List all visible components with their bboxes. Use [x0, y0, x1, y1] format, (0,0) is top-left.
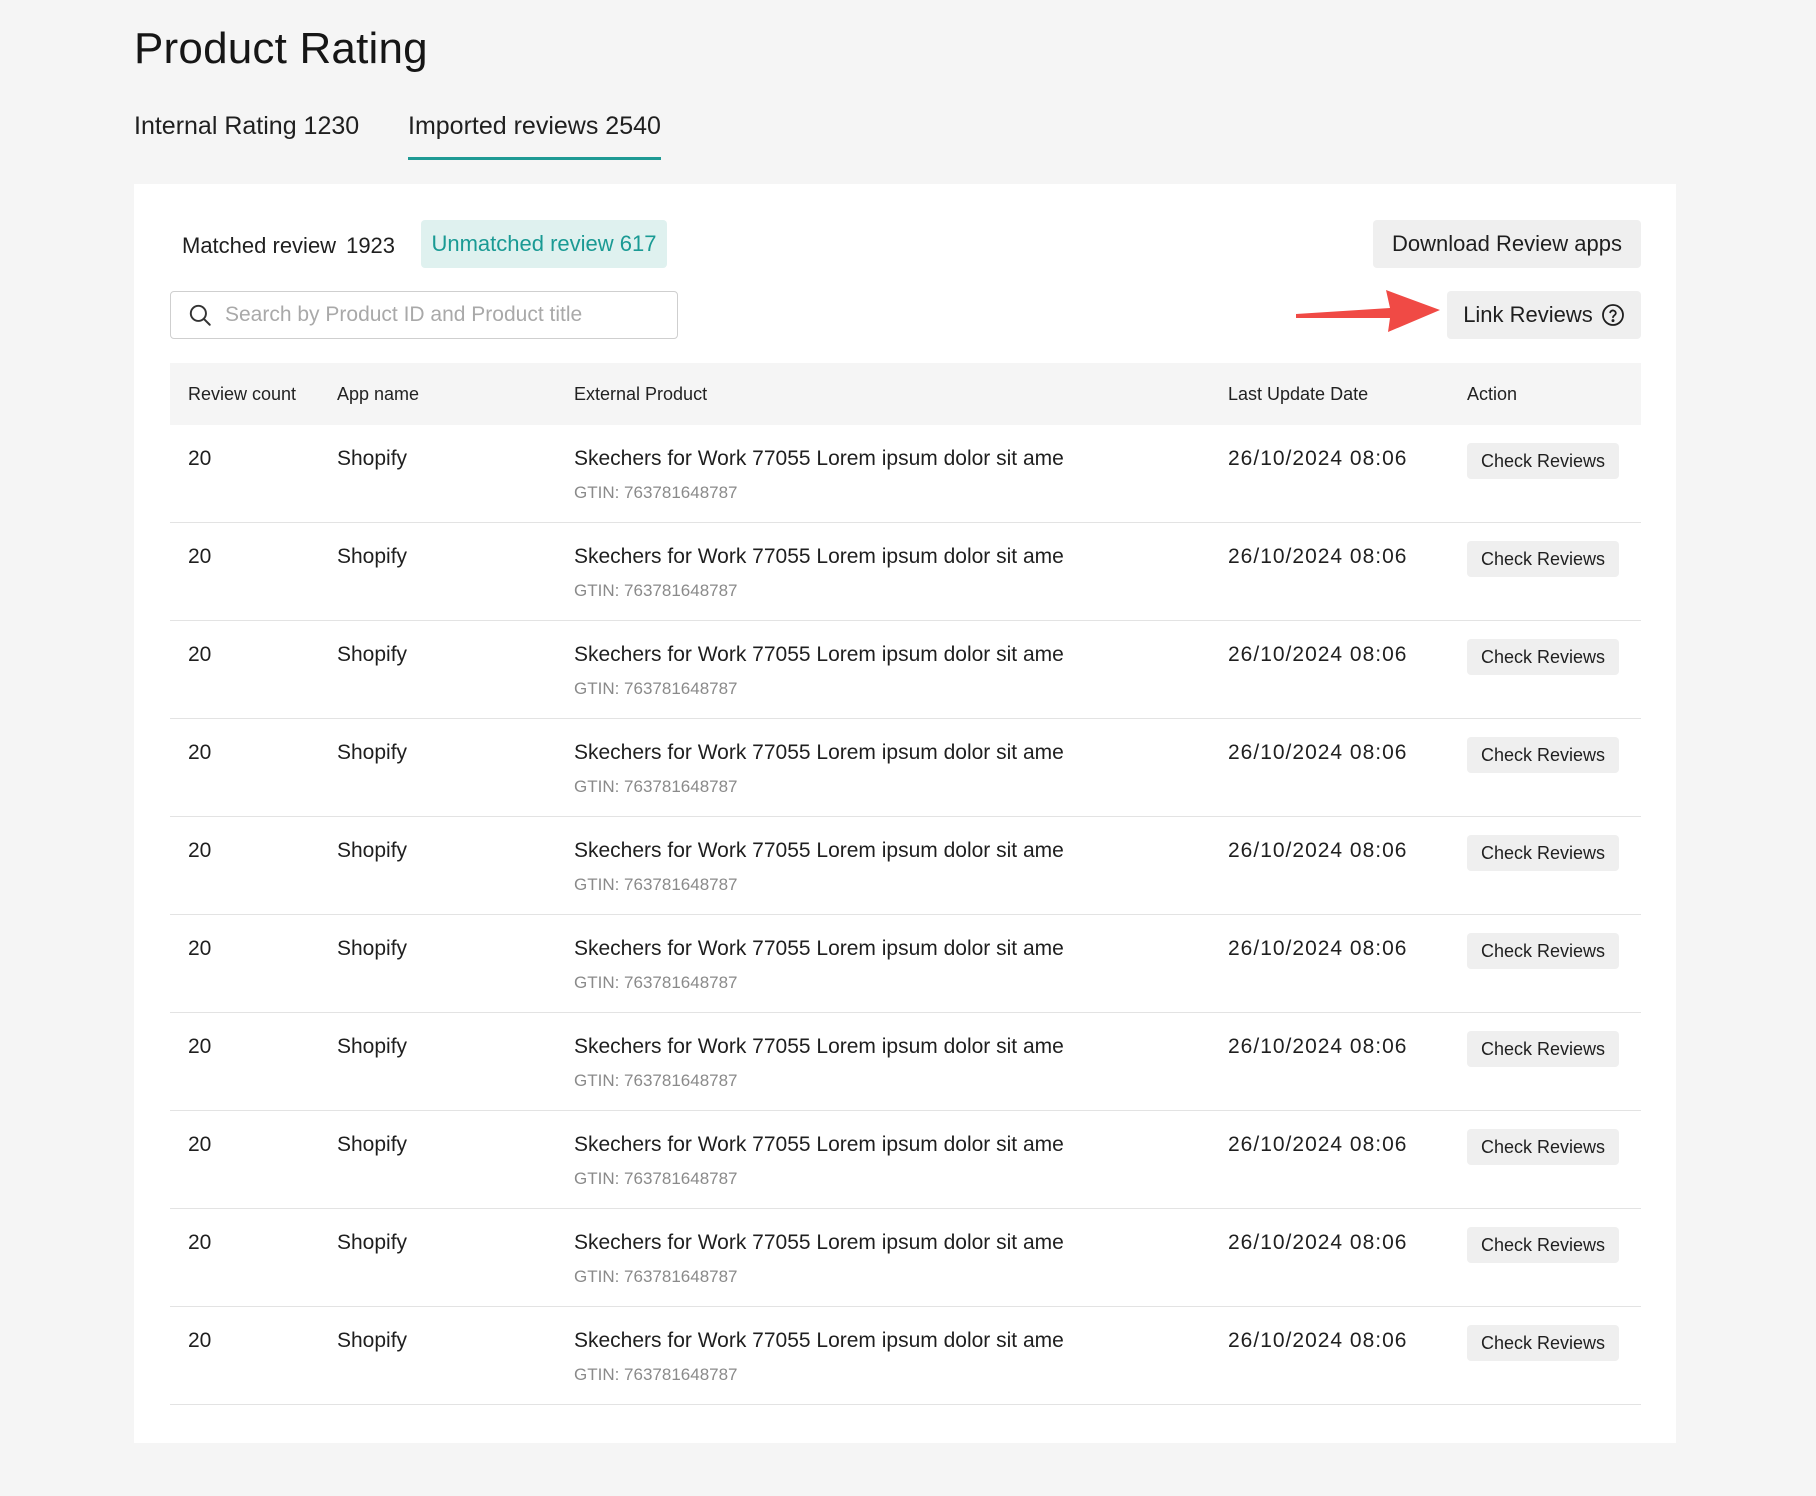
product-gtin: GTIN: 763781648787 — [574, 777, 738, 796]
header-last-update-date: Last Update Date — [1228, 384, 1369, 404]
page: Product Rating Internal Rating 1230 Impo… — [0, 0, 1816, 1496]
app-name: Shopify — [337, 937, 408, 960]
external-product-title: Skechers for Work 77055 Lorem ipsum dolo… — [574, 447, 1064, 470]
table-row: 20 Shopify Skechers for Work 77055 Lorem i… — [170, 425, 1641, 523]
search-icon — [189, 304, 211, 326]
check-reviews-button[interactable]: Check Reviews — [1467, 737, 1619, 773]
table-row: 20 Shopify Skechers for Work 77055 Lorem i… — [170, 1111, 1641, 1209]
table-row: 20 Shopify Skechers for Work 77055 Lorem i… — [170, 1013, 1641, 1111]
app-name: Shopify — [337, 545, 408, 568]
last-update-date: 26/10/2024 08:06 — [1228, 545, 1408, 568]
red-arrow-icon — [1296, 290, 1440, 332]
matched-review-count: 1923 — [346, 233, 396, 258]
header-external-product: External Product — [574, 384, 708, 404]
external-product-title: Skechers for Work 77055 Lorem ipsum dolo… — [574, 643, 1064, 666]
app-name: Shopify — [337, 741, 408, 764]
last-update-date: 26/10/2024 08:06 — [1228, 1329, 1408, 1352]
search-field[interactable] — [170, 291, 678, 339]
external-product-title: Skechers for Work 77055 Lorem ipsum dolo… — [574, 741, 1064, 764]
matched-review-filter[interactable]: Matched review 1923 — [182, 233, 395, 259]
check-reviews-button[interactable]: Check Reviews — [1467, 933, 1619, 969]
check-reviews-button[interactable]: Check Reviews — [1467, 639, 1619, 675]
last-update-date: 26/10/2024 08:06 — [1228, 447, 1408, 470]
review-count: 20 — [188, 545, 212, 568]
help-circle-icon[interactable] — [1601, 303, 1625, 327]
table-row: 20 Shopify Skechers for Work 77055 Lorem i… — [170, 1307, 1641, 1405]
table-header: Review count App name External Product L… — [170, 363, 1641, 425]
last-update-date: 26/10/2024 08:06 — [1228, 1035, 1408, 1058]
table-row: 20 Shopify Skechers for Work 77055 Lorem i… — [170, 523, 1641, 621]
app-name: Shopify — [337, 1231, 408, 1254]
external-product-title: Skechers for Work 77055 Lorem ipsum dolo… — [574, 545, 1064, 568]
product-gtin: GTIN: 763781648787 — [574, 875, 738, 894]
header-review-count: Review count — [188, 384, 297, 404]
table-row: 20 Shopify Skechers for Work 77055 Lorem i… — [170, 1209, 1641, 1307]
tab-internal-rating[interactable]: Internal Rating 1230 — [134, 112, 359, 160]
product-gtin: GTIN: 763781648787 — [574, 973, 738, 992]
product-gtin: GTIN: 763781648787 — [574, 1365, 738, 1384]
review-count: 20 — [188, 1329, 212, 1352]
last-update-date: 26/10/2024 08:06 — [1228, 643, 1408, 666]
check-reviews-button[interactable]: Check Reviews — [1467, 1325, 1619, 1361]
link-reviews-label: Link Reviews — [1463, 302, 1593, 327]
header-app-name: App name — [337, 384, 420, 404]
review-count: 20 — [188, 839, 212, 862]
unmatched-review-filter[interactable]: Unmatched review 617 — [421, 220, 667, 268]
tab-imported-reviews[interactable]: Imported reviews 2540 — [408, 112, 661, 160]
reviews-panel: Matched review 1923 Unmatched review 617 … — [134, 184, 1676, 1443]
link-reviews-button[interactable]: Link Reviews — [1447, 291, 1641, 339]
external-product-title: Skechers for Work 77055 Lorem ipsum dolo… — [574, 1035, 1064, 1058]
last-update-date: 26/10/2024 08:06 — [1228, 1133, 1408, 1156]
header-action: Action — [1467, 384, 1518, 404]
review-count: 20 — [188, 937, 212, 960]
external-product-title: Skechers for Work 77055 Lorem ipsum dolo… — [574, 839, 1064, 862]
last-update-date: 26/10/2024 08:06 — [1228, 839, 1408, 862]
check-reviews-button[interactable]: Check Reviews — [1467, 835, 1619, 871]
review-count: 20 — [188, 1133, 212, 1156]
check-reviews-button[interactable]: Check Reviews — [1467, 443, 1619, 479]
external-product-title: Skechers for Work 77055 Lorem ipsum dolo… — [574, 937, 1064, 960]
app-name: Shopify — [337, 1035, 408, 1058]
app-name: Shopify — [337, 447, 408, 470]
product-gtin: GTIN: 763781648787 — [574, 483, 738, 502]
product-gtin: GTIN: 763781648787 — [574, 1169, 738, 1188]
table-body: 20 Shopify Skechers for Work 77055 Lorem i… — [170, 425, 1641, 1405]
check-reviews-button[interactable]: Check Reviews — [1467, 1031, 1619, 1067]
matched-review-label: Matched review — [182, 233, 337, 258]
app-name: Shopify — [337, 1329, 408, 1352]
table-row: 20 Shopify Skechers for Work 77055 Lorem i… — [170, 719, 1641, 817]
table-row: 20 Shopify Skechers for Work 77055 Lorem i… — [170, 915, 1641, 1013]
review-count: 20 — [188, 741, 212, 764]
product-gtin: GTIN: 763781648787 — [574, 1071, 738, 1090]
product-gtin: GTIN: 763781648787 — [574, 679, 738, 698]
review-count: 20 — [188, 447, 212, 470]
app-name: Shopify — [337, 839, 408, 862]
app-name: Shopify — [337, 643, 408, 666]
table-row: 20 Shopify Skechers for Work 77055 Lorem i… — [170, 817, 1641, 915]
review-count: 20 — [188, 643, 212, 666]
table-row: 20 Shopify Skechers for Work 77055 Lorem i… — [170, 621, 1641, 719]
check-reviews-button[interactable]: Check Reviews — [1467, 1227, 1619, 1263]
check-reviews-button[interactable]: Check Reviews — [1467, 1129, 1619, 1165]
search-input[interactable] — [225, 303, 677, 327]
last-update-date: 26/10/2024 08:06 — [1228, 1231, 1408, 1254]
reviews-table: Review count App name External Product L… — [170, 363, 1641, 1405]
product-gtin: GTIN: 763781648787 — [574, 581, 738, 600]
review-count: 20 — [188, 1035, 212, 1058]
review-count: 20 — [188, 1231, 212, 1254]
external-product-title: Skechers for Work 77055 Lorem ipsum dolo… — [574, 1231, 1064, 1254]
external-product-title: Skechers for Work 77055 Lorem ipsum dolo… — [574, 1133, 1064, 1156]
app-name: Shopify — [337, 1133, 408, 1156]
last-update-date: 26/10/2024 08:06 — [1228, 741, 1408, 764]
page-title: Product Rating — [134, 24, 428, 73]
check-reviews-button[interactable]: Check Reviews — [1467, 541, 1619, 577]
external-product-title: Skechers for Work 77055 Lorem ipsum dolo… — [574, 1329, 1064, 1352]
last-update-date: 26/10/2024 08:06 — [1228, 937, 1408, 960]
download-review-apps-button[interactable]: Download Review apps — [1373, 220, 1641, 268]
product-gtin: GTIN: 763781648787 — [574, 1267, 738, 1286]
